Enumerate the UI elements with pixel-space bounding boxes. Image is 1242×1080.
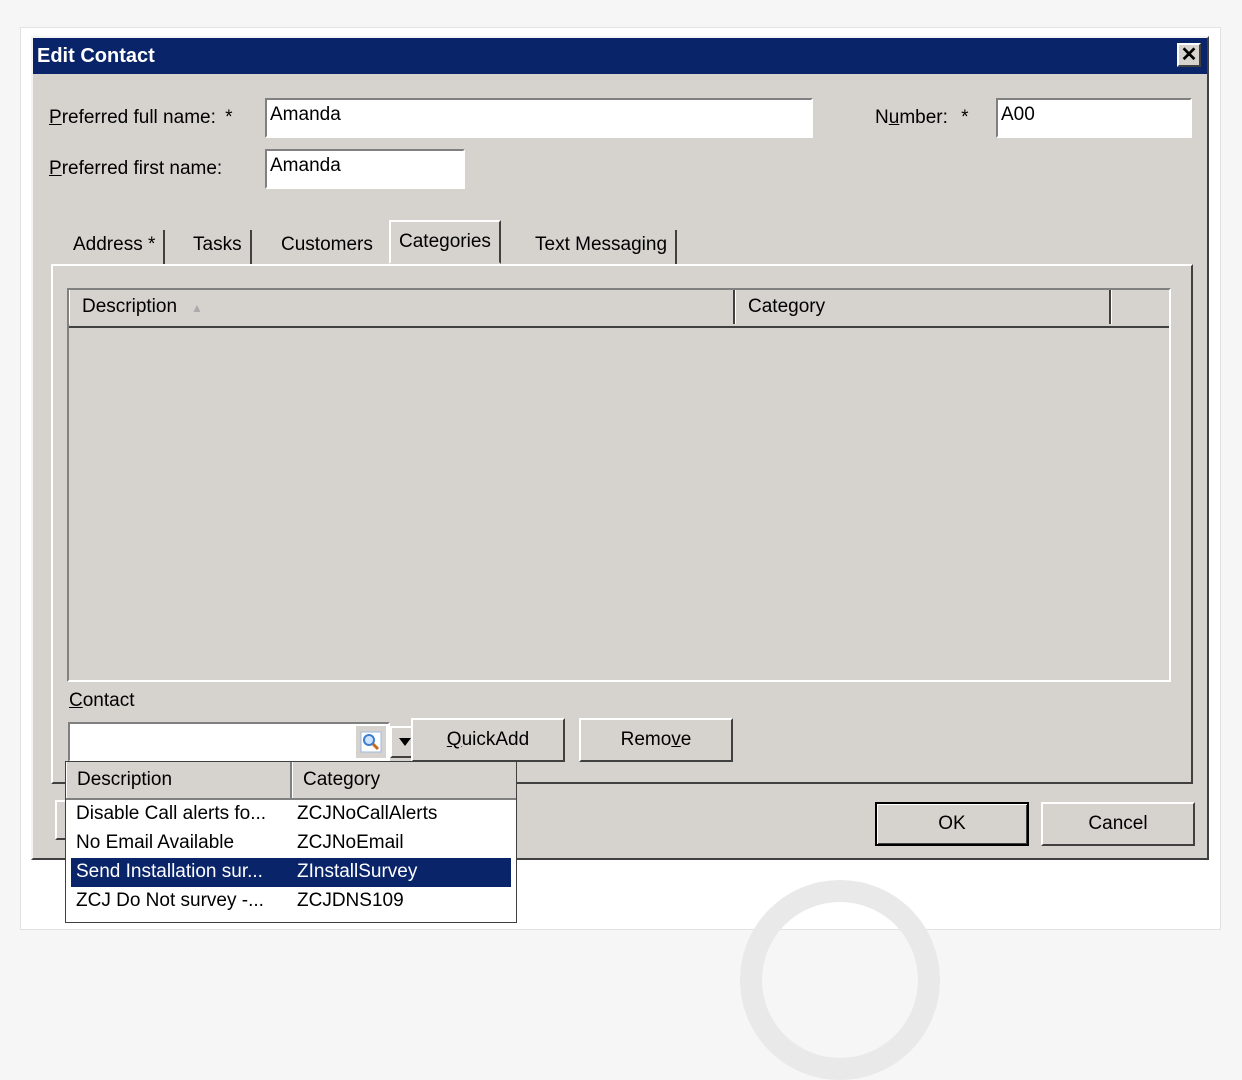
list-item[interactable]: Disable Call alerts fo... ZCJNoCallAlert… [71, 800, 511, 829]
required-mark: * [961, 107, 969, 128]
number-label: Number: * [875, 107, 969, 128]
full-name-label: Preferred full name: * [49, 107, 233, 128]
first-name-input[interactable]: Amanda [265, 149, 465, 189]
list-item[interactable]: ZCJ Do Not survey -... ZCJDNS109 [71, 887, 511, 916]
first-name-label: Preferred first name: [49, 158, 223, 179]
edit-contact-dialog: Edit Contact ✕ Preferred full name: * Am… [31, 36, 1209, 860]
popup-header: Description Category [66, 762, 516, 800]
tab-categories[interactable]: Categories [389, 220, 501, 264]
popup-column-description: Description [66, 762, 292, 798]
list-item[interactable]: No Email Available ZCJNoEmail [71, 829, 511, 858]
tab-text-messaging[interactable]: Text Messaging [527, 230, 678, 264]
tab-tasks[interactable]: Tasks [185, 230, 252, 264]
popup-column-category: Category [292, 762, 516, 798]
title-bar: Edit Contact ✕ [33, 38, 1207, 74]
tab-address[interactable]: Address * [65, 230, 166, 264]
tab-panel [51, 264, 1193, 784]
close-icon: ✕ [1180, 44, 1198, 66]
window-title: Edit Contact [37, 45, 155, 67]
background-watermark [740, 880, 940, 1080]
required-mark: * [225, 107, 233, 128]
ok-button[interactable]: OK [875, 802, 1029, 846]
close-button[interactable]: ✕ [1177, 43, 1201, 67]
contact-dropdown-list[interactable]: Description Category Disable Call alerts… [65, 761, 517, 923]
number-input[interactable]: A00 [996, 98, 1192, 138]
full-name-input[interactable]: Amanda [265, 98, 813, 138]
list-item-selected[interactable]: Send Installation sur... ZInstallSurvey [71, 858, 511, 887]
tab-customers[interactable]: Customers [273, 230, 381, 264]
cancel-button[interactable]: Cancel [1041, 802, 1195, 846]
